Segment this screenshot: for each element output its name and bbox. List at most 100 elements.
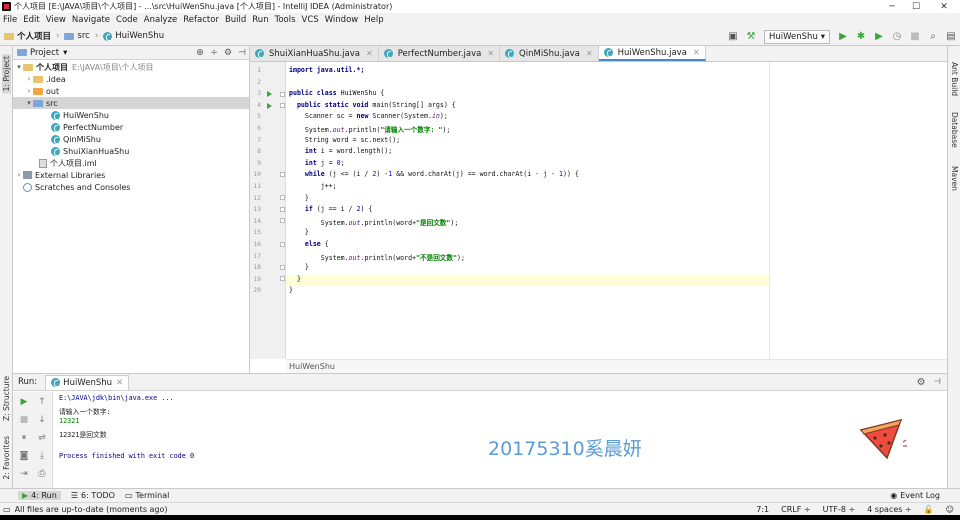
fold-icon[interactable]	[280, 195, 285, 200]
camera-icon[interactable]: ◙	[17, 450, 31, 462]
chevron-right-icon[interactable]: ›	[25, 75, 33, 83]
console-output[interactable]: E:\JAVA\jdk\bin\java.exe ... 请输入一个数字: 12…	[59, 394, 194, 464]
run-gutter-icon[interactable]	[267, 91, 272, 97]
print-icon[interactable]: ⎙	[35, 468, 49, 480]
tree-item-src[interactable]: ▾ src	[13, 97, 249, 109]
chevron-right-icon[interactable]: ›	[15, 171, 23, 179]
indent-setting[interactable]: 4 spaces ÷	[867, 505, 912, 514]
tree-item-class[interactable]: PerfectNumber	[13, 121, 249, 133]
hide-icon[interactable]: ⊣	[934, 377, 941, 387]
project-panel-title[interactable]: Project	[30, 48, 59, 58]
menu-navigate[interactable]: Navigate	[69, 15, 113, 25]
status-message[interactable]: All files are up-to-date (moments ago)	[15, 505, 751, 514]
close-icon[interactable]: ✕	[366, 49, 373, 58]
layout-icon[interactable]: ▤	[942, 28, 960, 46]
project-structure-icon[interactable]: ▣	[724, 28, 742, 46]
menu-refactor[interactable]: Refactor	[180, 15, 222, 25]
run-tool-tab[interactable]: ▶ 4: Run	[18, 491, 61, 500]
scroll-down-icon[interactable]: ↓	[35, 414, 49, 426]
terminal-tool-tab[interactable]: ▭ Terminal	[125, 491, 169, 500]
tree-item-root[interactable]: ▾ 个人项目 E:\JAVA\项目\个人项目	[13, 61, 249, 73]
lock-icon[interactable]: 🔓	[924, 505, 934, 514]
tab-huiwenshu[interactable]: HuiWenShu.java ✕	[598, 46, 706, 61]
build-hammer-icon[interactable]: ⚒	[742, 28, 760, 46]
menu-tools[interactable]: Tools	[272, 15, 299, 25]
breadcrumb-src[interactable]: src	[77, 31, 89, 41]
debug-icon[interactable]: ✱	[852, 28, 870, 46]
structure-tool-button[interactable]: Z: Structure	[2, 376, 11, 421]
tab-perfectnumber[interactable]: PerfectNumber.java ✕	[378, 46, 501, 61]
close-icon[interactable]: ✕	[487, 49, 494, 58]
code-editor[interactable]: import java.util.*; public class HuiWenS…	[286, 62, 769, 359]
project-tool-button[interactable]: 1: Project	[2, 54, 11, 94]
fold-icon[interactable]	[280, 91, 285, 97]
database-tool-button[interactable]: Database	[950, 112, 959, 148]
breadcrumb-class[interactable]: HuiWenShu	[115, 31, 164, 41]
menu-file[interactable]: File	[0, 15, 20, 25]
fold-icon[interactable]	[280, 265, 285, 270]
run-configuration-select[interactable]: HuiWenShu ▾	[764, 29, 830, 44]
inspector-icon[interactable]: ☺	[946, 505, 954, 514]
line-separator[interactable]: CRLF ÷	[781, 505, 810, 514]
profile-icon[interactable]: ◷	[888, 28, 906, 46]
coverage-icon[interactable]: ▶	[870, 28, 888, 46]
hide-icon[interactable]: ⊣	[235, 48, 249, 58]
close-button[interactable]: ✕	[928, 0, 960, 13]
menu-code[interactable]: Code	[113, 15, 141, 25]
scroll-up-icon[interactable]: ↑	[35, 396, 49, 408]
gear-icon[interactable]: ⚙	[917, 377, 926, 388]
tree-item-class[interactable]: HuiWenShu	[13, 109, 249, 121]
fold-icon[interactable]	[280, 276, 285, 281]
minimize-button[interactable]: ─	[880, 0, 904, 13]
event-log-tool-tab[interactable]: ◉ Event Log	[890, 491, 940, 500]
ant-build-tool-button[interactable]: Ant Build	[950, 62, 959, 96]
collapse-icon[interactable]: ÷	[207, 48, 221, 58]
tree-item-class[interactable]: QinMiShu	[13, 133, 249, 145]
chevron-right-icon[interactable]: ›	[25, 87, 33, 95]
chevron-down-icon[interactable]: ▾	[15, 63, 23, 71]
fold-icon[interactable]	[280, 172, 285, 177]
menu-build[interactable]: Build	[222, 15, 249, 25]
tree-item-out[interactable]: › out	[13, 85, 249, 97]
rerun-icon[interactable]: ▶	[17, 396, 31, 408]
tab-qinmishu[interactable]: QinMiShu.java ✕	[500, 46, 599, 61]
menu-vcs[interactable]: VCS	[299, 15, 322, 25]
run-tab-huiwenshu[interactable]: HuiWenShu ✕	[45, 374, 130, 390]
tree-item-scratches[interactable]: Scratches and Consoles	[13, 181, 249, 193]
fold-icon[interactable]	[280, 218, 285, 223]
fold-icon[interactable]	[280, 207, 285, 212]
chevron-down-icon[interactable]: ▾	[63, 48, 67, 58]
close-icon[interactable]: ✕	[116, 378, 123, 388]
restore-layout-icon[interactable]: ⇥	[17, 468, 31, 480]
tab-shuixianhuashu[interactable]: ShuiXianHuaShu.java ✕	[250, 46, 379, 61]
locate-icon[interactable]: ⊕	[193, 48, 207, 58]
editor-gutter[interactable]: 1 2 3 4 5 6 7 8 9 10 11 12 13 14 15 16 1…	[250, 62, 286, 359]
breadcrumb-project[interactable]: 个人项目	[17, 30, 51, 42]
fold-icon[interactable]	[280, 242, 285, 247]
chevron-down-icon[interactable]: ▾	[25, 99, 33, 107]
maximize-button[interactable]: ☐	[904, 0, 928, 13]
menu-view[interactable]: View	[43, 15, 69, 25]
scroll-end-icon[interactable]: ⤓	[35, 450, 49, 462]
fold-icon[interactable]	[280, 103, 285, 108]
tree-item-idea[interactable]: › .idea	[13, 73, 249, 85]
favorites-tool-button[interactable]: 2: Favorites	[2, 436, 11, 480]
stop-icon[interactable]: ■	[17, 414, 31, 426]
maven-tool-button[interactable]: Maven	[950, 166, 959, 191]
todo-tool-tab[interactable]: ☰ 6: TODO	[71, 491, 115, 500]
search-icon[interactable]: ⌕	[924, 28, 942, 46]
tree-item-iml[interactable]: 个人项目.iml	[13, 157, 249, 169]
run-gutter-icon[interactable]	[267, 102, 272, 109]
tree-item-external-libraries[interactable]: › External Libraries	[13, 169, 249, 181]
menu-help[interactable]: Help	[361, 15, 386, 25]
soft-wrap-icon[interactable]: ⇌	[35, 432, 49, 444]
menu-window[interactable]: Window	[322, 15, 362, 25]
file-encoding[interactable]: UTF-8 ÷	[823, 505, 856, 514]
tree-item-class[interactable]: ShuiXianHuaShu	[13, 145, 249, 157]
close-icon[interactable]: ✕	[586, 49, 593, 58]
pause-icon[interactable]: ⏸	[17, 432, 31, 444]
menu-run[interactable]: Run	[249, 15, 271, 25]
gear-icon[interactable]: ⚙	[221, 48, 235, 58]
menu-edit[interactable]: Edit	[20, 15, 42, 25]
menu-analyze[interactable]: Analyze	[141, 15, 181, 25]
